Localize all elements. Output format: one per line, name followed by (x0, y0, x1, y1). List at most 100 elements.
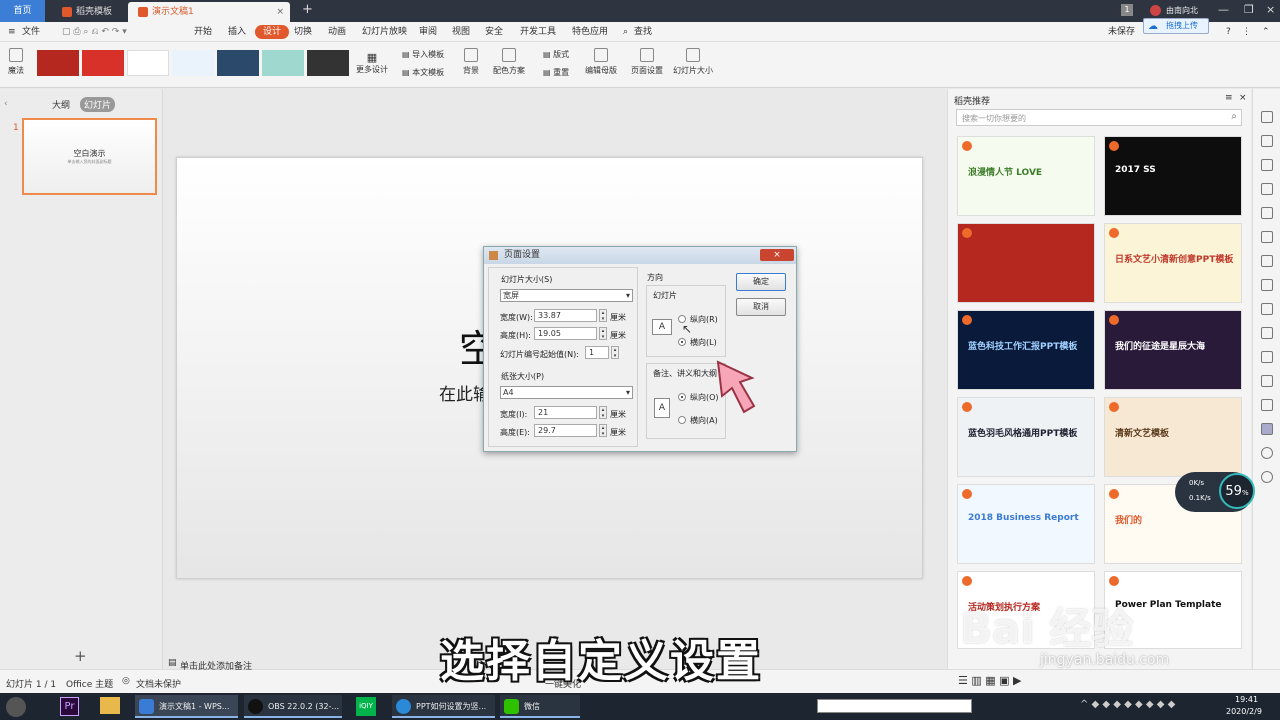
notes-landscape-radio[interactable] (678, 416, 686, 424)
tab-home[interactable]: 首页 (0, 0, 45, 22)
menu-review[interactable]: 审阅 (419, 22, 437, 42)
edit-master-button[interactable]: 编辑母版 (584, 48, 618, 76)
template-card[interactable]: 浪漫情人节 LOVE (957, 136, 1095, 216)
dock-icon-9[interactable] (1261, 303, 1273, 315)
notes-placeholder[interactable]: 单击此处添加备注 (180, 659, 252, 672)
dock-icon-1[interactable] (1261, 111, 1273, 123)
portrait-label[interactable]: 纵向(R) (690, 314, 718, 325)
minimize-icon[interactable]: — (1218, 3, 1229, 16)
clock-time[interactable]: 19:41 (1235, 695, 1258, 704)
dock-icon-12[interactable] (1261, 375, 1273, 387)
close-tab-icon[interactable]: × (276, 2, 284, 22)
start-num-input[interactable]: 1 (585, 346, 609, 359)
dock-icon-2[interactable] (1261, 135, 1273, 147)
more-icon[interactable]: ⋮ (1242, 22, 1251, 42)
unsaved-label[interactable]: 未保存 (1108, 22, 1135, 42)
start-icon[interactable] (6, 697, 26, 717)
paper-height-input[interactable]: 29.7 (534, 424, 597, 437)
dock-icon-11[interactable] (1261, 351, 1273, 363)
magic-button[interactable]: 魔法 (4, 48, 28, 76)
close-icon[interactable]: × (1266, 3, 1275, 16)
dock-icon-10[interactable] (1261, 327, 1273, 339)
template-card[interactable]: 清新文艺模板 (1104, 397, 1242, 477)
menu-slideshow[interactable]: 幻灯片放映 (362, 22, 407, 42)
height-input[interactable]: 19.05 (534, 327, 597, 340)
menu-icon[interactable]: ≡ (8, 22, 16, 42)
cancel-button[interactable]: 取消 (736, 298, 786, 316)
quick-access-icons[interactable]: ▢ ⎙ ⌕ ⎌ ↶ ↷ ▾ (62, 22, 127, 42)
menu-special[interactable]: 特色应用 (572, 22, 608, 42)
dock-icon-6[interactable] (1261, 231, 1273, 243)
dock-icon-8[interactable] (1261, 279, 1273, 291)
menu-search[interactable]: 查找 (634, 22, 652, 42)
design-thumb-4[interactable] (172, 50, 214, 76)
taskbar-wechat[interactable]: 微信 (500, 695, 580, 718)
help-icon[interactable]: ? (1226, 22, 1231, 42)
maximize-icon[interactable]: ❐ (1244, 3, 1254, 16)
panel-close-icon[interactable]: × (1239, 93, 1247, 103)
protect-status[interactable]: 文档未保护 (136, 677, 181, 690)
iqiyi-icon[interactable]: iQIY (356, 697, 376, 716)
dock-icon-5[interactable] (1261, 207, 1273, 219)
tray-icons[interactable]: ^ ◆ ◆ ◆ ◆ ◆ ◆ ◆ ◆ (1080, 699, 1175, 710)
menu-design[interactable]: 设计 (255, 25, 290, 39)
landscape-radio[interactable] (678, 338, 686, 346)
page-setup-button[interactable]: 页面设置 (630, 48, 664, 76)
network-speed-widget[interactable]: 0K/s 0.1K/s 59% (1175, 472, 1255, 512)
slide-thumbnail[interactable]: 空白演示 单击输入您的封面副标题 (22, 118, 157, 195)
upload-button[interactable]: ☁ 拖拽上传 (1143, 18, 1209, 34)
start-num-spinner[interactable]: ▴ ▾ (611, 346, 619, 359)
design-thumb-2[interactable] (82, 50, 124, 76)
design-thumb-3[interactable] (127, 50, 169, 76)
search-icon[interactable]: ⌕ (1231, 111, 1237, 122)
dialog-close-icon[interactable]: × (760, 249, 794, 261)
taskbar-wps[interactable]: 演示文稿1 - WPS... (135, 695, 238, 718)
help-circle-icon[interactable] (1261, 471, 1273, 483)
menu-file[interactable]: 文件 (22, 22, 40, 42)
menu-developer[interactable]: 开发工具 (520, 22, 556, 42)
design-thumb-7[interactable] (307, 50, 349, 76)
dock-icon-4[interactable] (1261, 183, 1273, 195)
tab-document[interactable]: 演示文稿1 × (128, 2, 290, 22)
theme-name[interactable]: Office 主题 (66, 677, 113, 690)
layout-button[interactable]: ▤ 版式 (543, 49, 569, 60)
premiere-icon[interactable]: Pr (60, 697, 79, 716)
taskbar-browser[interactable]: PPT如何设置为竖... (392, 695, 495, 718)
template-card[interactable]: 蓝色羽毛风格通用PPT模板 (957, 397, 1095, 477)
paper-size-select[interactable]: A4 (500, 386, 633, 399)
landscape-label[interactable]: 横向(L) (690, 337, 717, 348)
menu-view[interactable]: 视图 (452, 22, 470, 42)
import-template-button[interactable]: ▤ 导入模板 (402, 49, 444, 60)
panel-header[interactable]: 稻壳推荐 (954, 94, 990, 107)
avatar[interactable] (1150, 5, 1161, 16)
menu-insert[interactable]: 插入 (228, 22, 246, 42)
slide-size-select[interactable]: 宽屏 (500, 289, 633, 302)
history-icon[interactable] (1261, 447, 1273, 459)
clock-date[interactable]: 2020/2/9 (1226, 707, 1262, 716)
search-icon[interactable]: ⌕ (623, 22, 628, 42)
design-thumb-1[interactable] (37, 50, 79, 76)
template-card[interactable]: 蓝色科技工作汇报PPT模板 (957, 310, 1095, 390)
menu-start[interactable]: 开始 (194, 22, 212, 42)
background-button[interactable]: 背景 (459, 48, 483, 76)
tab-outline[interactable]: 大纲 (52, 98, 70, 111)
panel-menu-icon[interactable]: ≡ (1225, 93, 1233, 103)
template-search-input[interactable]: 搜索一切你想要的 ⌕ (956, 109, 1242, 126)
reset-button[interactable]: ▤ 重置 (543, 67, 569, 78)
design-thumb-6[interactable] (262, 50, 304, 76)
taskbar-address-input[interactable] (817, 699, 972, 713)
width-input[interactable]: 33.87 (534, 309, 597, 322)
collapse-icon[interactable]: ⌃ (1262, 22, 1270, 42)
taskbar-obs[interactable]: OBS 22.0.2 (32-... (244, 695, 342, 718)
collapse-panel-icon[interactable]: ‹ (4, 99, 8, 109)
ok-button[interactable]: 确定 (736, 273, 786, 291)
tab-docer[interactable]: 稻壳模板 (52, 2, 122, 22)
template-card[interactable]: 日系文艺小清新创意PPT模板 (1104, 223, 1242, 303)
template-card[interactable]: 2018 Business Report (957, 484, 1095, 564)
tab-slides[interactable]: 幻灯片 (80, 97, 116, 112)
add-slide-button[interactable]: + (74, 647, 87, 665)
paper-width-input[interactable]: 21 (534, 406, 597, 419)
view-mode-icons[interactable]: ☰ ▥ ▦ ▣ ▶ (958, 674, 1022, 687)
height-spinner[interactable]: ▴ ▾ (599, 327, 607, 340)
more-design-button[interactable]: ▦ 更多设计 (354, 52, 390, 75)
